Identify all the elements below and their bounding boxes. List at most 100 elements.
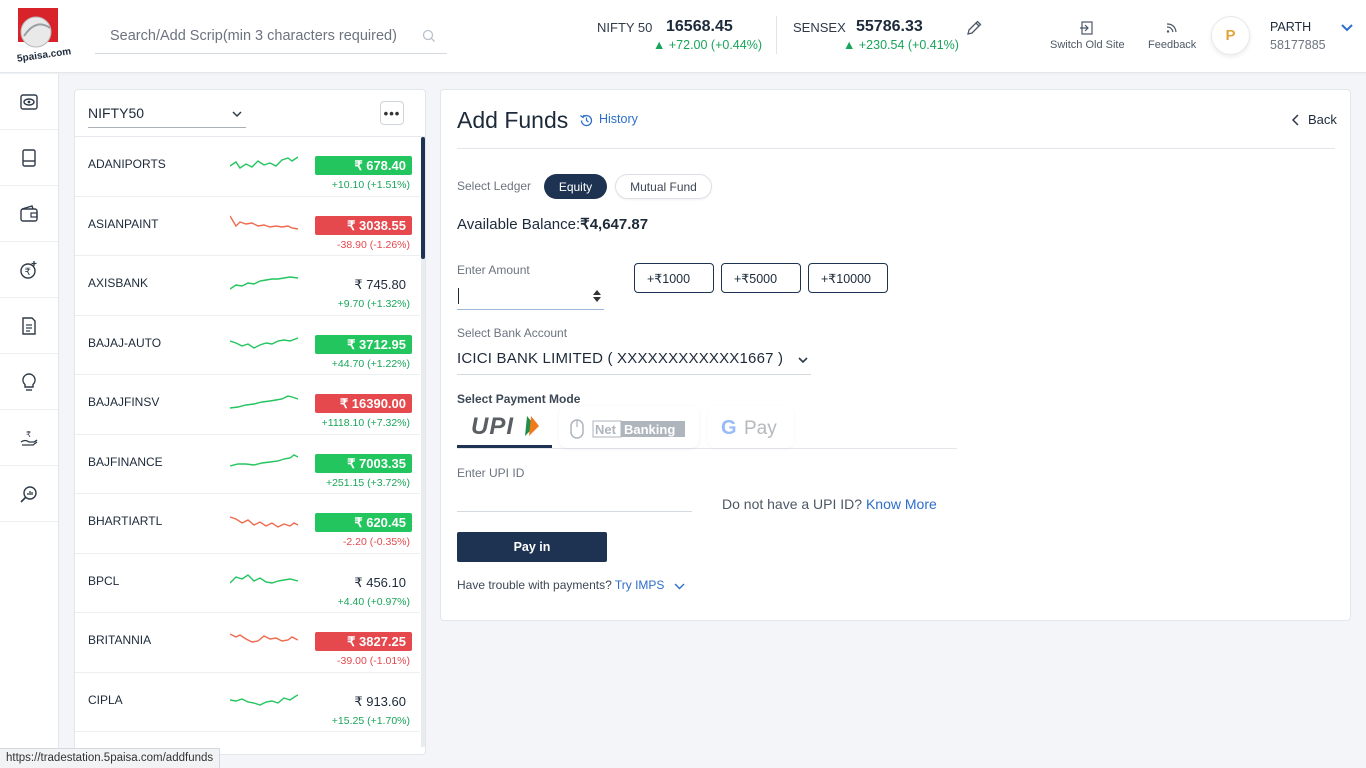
add-funds-panel: Add Funds History Back Select Ledger Equ… (440, 89, 1351, 621)
rail-reports-button[interactable] (0, 298, 58, 354)
chevron-down-icon (232, 111, 242, 118)
rail-research-button[interactable] (0, 466, 58, 522)
ledger-label: Select Ledger (457, 179, 532, 193)
ledger-tab-equity[interactable]: Equity (544, 174, 607, 199)
scrip-name: BAJFINANCE (88, 454, 163, 469)
scrip-price[interactable]: ₹ 3712.95 (315, 334, 412, 354)
payment-mode-upi[interactable]: UPI (457, 404, 552, 448)
watchlist-row[interactable]: BPCL ₹ 456.10 +4.40 (+0.97%) (75, 554, 420, 613)
feedback-button[interactable]: Feedback (1148, 20, 1196, 51)
quick-add-5000-button[interactable]: +₹5000 (721, 263, 801, 293)
hand-rupee-icon: ₹ (20, 430, 38, 446)
search-bar[interactable]: Search/Add Scrip(min 3 characters requir… (95, 20, 447, 54)
watchlist-row[interactable]: BAJAJFINSV ₹ 16390.00 +1118.10 (+7.32%) (75, 375, 420, 435)
status-bar-url: https://tradestation.5paisa.com/addfunds (0, 748, 221, 768)
scrip-price[interactable]: ₹ 7003.35 (315, 453, 412, 473)
know-more-link[interactable]: Know More (866, 496, 937, 512)
divider (776, 16, 777, 54)
sparkline-icon (230, 573, 298, 584)
page-title: Add Funds (457, 107, 569, 133)
watchlist-row[interactable]: BAJFINANCE ₹ 7003.35 +251.15 (+3.72%) (75, 435, 420, 494)
bank-account-select[interactable]: ICICI BANK LIMITED ( XXXXXXXXXXXX1667 ) (457, 346, 811, 375)
try-imps-link[interactable]: Try IMPS (615, 578, 665, 592)
document-icon (22, 316, 36, 335)
scrip-price[interactable]: ₹ 3038.55 (315, 215, 412, 235)
rail-addfunds-button[interactable]: ₹ (0, 242, 58, 298)
chevron-down-icon[interactable] (1340, 20, 1354, 34)
eye-icon (20, 93, 38, 110)
pay-in-button[interactable]: Pay in (457, 532, 607, 562)
scrollbar-thumb[interactable] (421, 137, 425, 259)
chevron-left-icon[interactable] (1290, 113, 1302, 127)
watchlist-row[interactable]: ADANIPORTS ₹ 678.40 +10.10 (+1.51%) (75, 137, 420, 197)
search-icon[interactable] (421, 28, 437, 44)
watchlist-row[interactable]: BAJAJ-AUTO ₹ 3712.95 +44.70 (+1.22%) (75, 316, 420, 375)
scrip-price[interactable]: ₹ 3827.25 (315, 632, 412, 651)
scrip-name: BPCL (88, 573, 120, 588)
scrip-price[interactable]: ₹ 913.60 (315, 692, 412, 711)
payment-mode-gpay[interactable]: G Pay (708, 406, 794, 448)
chevron-down-icon[interactable] (674, 581, 685, 592)
scrip-name: ADANIPORTS (88, 157, 166, 171)
divider (457, 148, 1335, 149)
user-name[interactable]: PARTH (1270, 20, 1311, 34)
scrip-change: +9.70 (+1.32%) (337, 298, 410, 310)
rail-orderbook-button[interactable] (0, 130, 58, 186)
sparkline-icon (230, 693, 298, 706)
rail-funds-button[interactable] (0, 186, 58, 242)
scrip-name: ASIANPAINT (88, 216, 159, 231)
netbanking-logo-icon: Net Banking (570, 419, 685, 439)
svg-text:Net: Net (595, 422, 617, 437)
scrip-name: BHARTIARTL (88, 514, 163, 528)
search-input[interactable]: Search/Add Scrip(min 3 characters requir… (110, 28, 397, 44)
index-name: NIFTY 50 (597, 20, 653, 35)
scrip-name: BRITANNIA (88, 633, 152, 647)
watchlist-select[interactable]: NIFTY50 (88, 98, 246, 128)
rail-watch-button[interactable] (0, 74, 58, 130)
pencil-icon[interactable] (965, 19, 983, 37)
scrip-change: +15.25 (+1.70%) (331, 714, 410, 727)
rail-ideas-button[interactable] (0, 354, 58, 410)
watchlist-row[interactable]: BHARTIARTL ₹ 620.45 -2.20 (-0.35%) (75, 494, 420, 554)
balance-value: ₹4,647.87 (580, 216, 649, 233)
stepper-icon[interactable] (592, 288, 602, 304)
switch-old-site-label: Switch Old Site (1050, 39, 1125, 51)
rail-loans-button[interactable]: ₹ (0, 410, 58, 466)
watchlist-row[interactable]: AXISBANK ₹ 745.80 +9.70 (+1.32%) (75, 256, 420, 316)
switch-old-site-button[interactable]: Switch Old Site (1050, 20, 1125, 51)
sparkline-icon (230, 633, 298, 643)
sparkline-icon (230, 336, 298, 349)
feedback-icon (1166, 23, 1177, 33)
upi-id-input[interactable] (457, 486, 692, 512)
left-icon-rail: ₹ ₹ (0, 74, 59, 768)
available-balance: Available Balance:₹4,647.87 (457, 216, 649, 233)
scrip-name: AXISBANK (88, 276, 149, 290)
logo-5paisa[interactable]: 5paisa.com (14, 6, 78, 65)
bank-account-value: ICICI BANK LIMITED ( XXXXXXXXXXXX1667 ) (457, 350, 784, 367)
more-options-button[interactable]: ••• (380, 101, 404, 125)
bank-label: Select Bank Account (457, 326, 568, 340)
index-change: ▲ +72.00 (+0.44%) (653, 38, 762, 52)
scrip-price[interactable]: ₹ 745.80 (315, 275, 412, 294)
back-link[interactable]: Back (1308, 112, 1337, 127)
watchlist-row[interactable]: CIPLA ₹ 913.60 +15.25 (+1.70%) (75, 673, 420, 732)
scrip-price[interactable]: ₹ 456.10 (315, 573, 412, 592)
scrip-change: -39.00 (-1.01%) (337, 655, 410, 667)
scrip-price[interactable]: ₹ 678.40 (315, 156, 412, 175)
svg-text:₹: ₹ (26, 430, 31, 439)
quick-add-10000-button[interactable]: +₹10000 (808, 263, 888, 293)
scrip-change: +251.15 (+3.72%) (325, 476, 410, 489)
watchlist-row[interactable]: ASIANPAINT ₹ 3038.55 -38.90 (-1.26%) (75, 197, 420, 256)
ledger-tab-mutual-fund[interactable]: Mutual Fund (615, 174, 712, 199)
svg-text:Pay: Pay (744, 418, 777, 439)
scrip-price[interactable]: ₹ 16390.00 (315, 394, 412, 413)
scrip-price[interactable]: ₹ 620.45 (315, 513, 412, 532)
history-icon[interactable] (579, 113, 594, 128)
watchlist-row[interactable]: BRITANNIA ₹ 3827.25 -39.00 (-1.01%) (75, 613, 420, 673)
quick-add-1000-button[interactable]: +₹1000 (634, 263, 714, 293)
history-link[interactable]: History (599, 112, 638, 126)
amount-input[interactable] (457, 284, 604, 310)
svg-text:5paisa.com: 5paisa.com (16, 46, 72, 64)
payment-mode-netbanking[interactable]: Net Banking (559, 406, 699, 448)
avatar[interactable]: P (1211, 16, 1250, 55)
